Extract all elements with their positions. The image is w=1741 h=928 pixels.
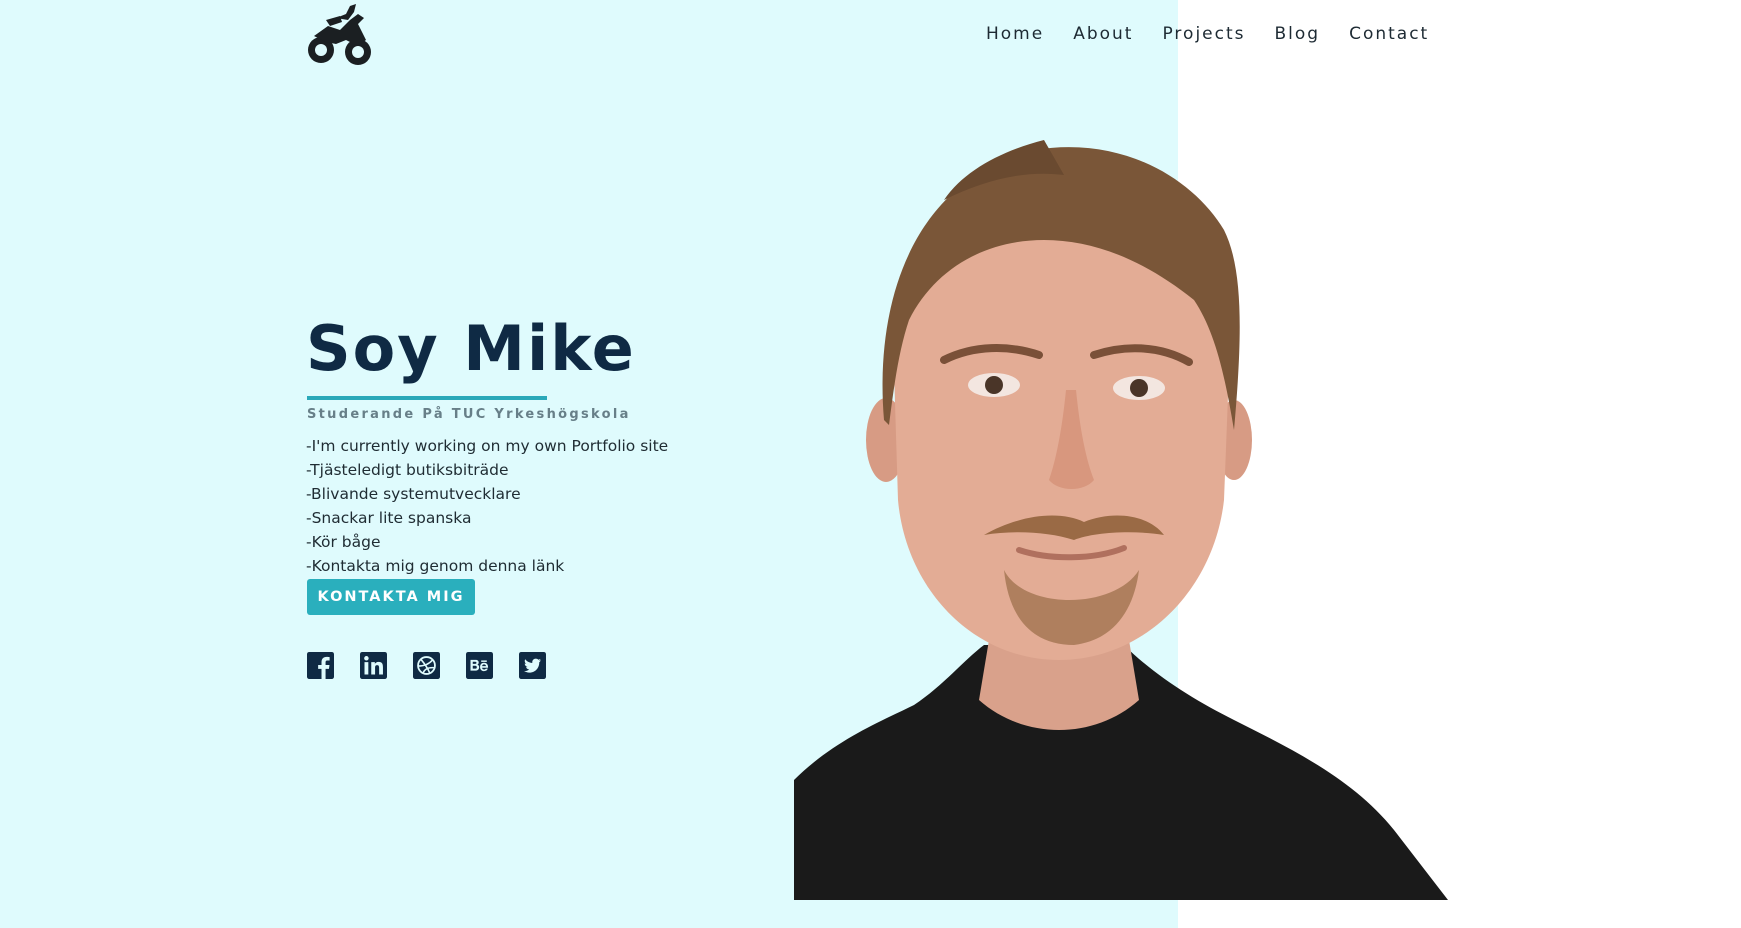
- title-underline: [307, 396, 547, 400]
- nav-blog[interactable]: Blog: [1275, 24, 1321, 44]
- hero-title: Soy Mike: [306, 312, 636, 385]
- bullet-item: -Tjästeledigt butiksbiträde: [306, 461, 509, 479]
- bullet-item: -Snackar lite spanska: [306, 509, 472, 527]
- motorcycle-logo[interactable]: [306, 0, 374, 68]
- nav-about[interactable]: About: [1073, 24, 1133, 44]
- nav-contact[interactable]: Contact: [1349, 24, 1429, 44]
- dribbble-icon[interactable]: [413, 652, 440, 679]
- hero-subtitle: Studerande På TUC Yrkeshögskola: [307, 407, 631, 422]
- bullet-item: -Blivande systemutvecklare: [306, 485, 521, 503]
- bullet-item: -Kontakta mig genom denna länk: [306, 557, 565, 575]
- behance-icon[interactable]: [466, 652, 493, 679]
- bullet-item: -Kör båge: [306, 533, 381, 551]
- nav-home[interactable]: Home: [986, 24, 1044, 44]
- facebook-icon[interactable]: [307, 652, 334, 679]
- linkedin-icon[interactable]: [360, 652, 387, 679]
- nav-projects[interactable]: Projects: [1162, 24, 1245, 44]
- main-nav: Home About Projects Blog Contact: [986, 24, 1429, 44]
- hero-bullet-list: -I'm currently working on my own Portfol…: [306, 434, 668, 578]
- profile-portrait-image: [794, 140, 1448, 900]
- bullet-item: -I'm currently working on my own Portfol…: [306, 437, 669, 455]
- twitter-icon[interactable]: [519, 652, 546, 679]
- social-links: [307, 652, 546, 679]
- contact-me-button[interactable]: KONTAKTA MIG: [307, 579, 475, 615]
